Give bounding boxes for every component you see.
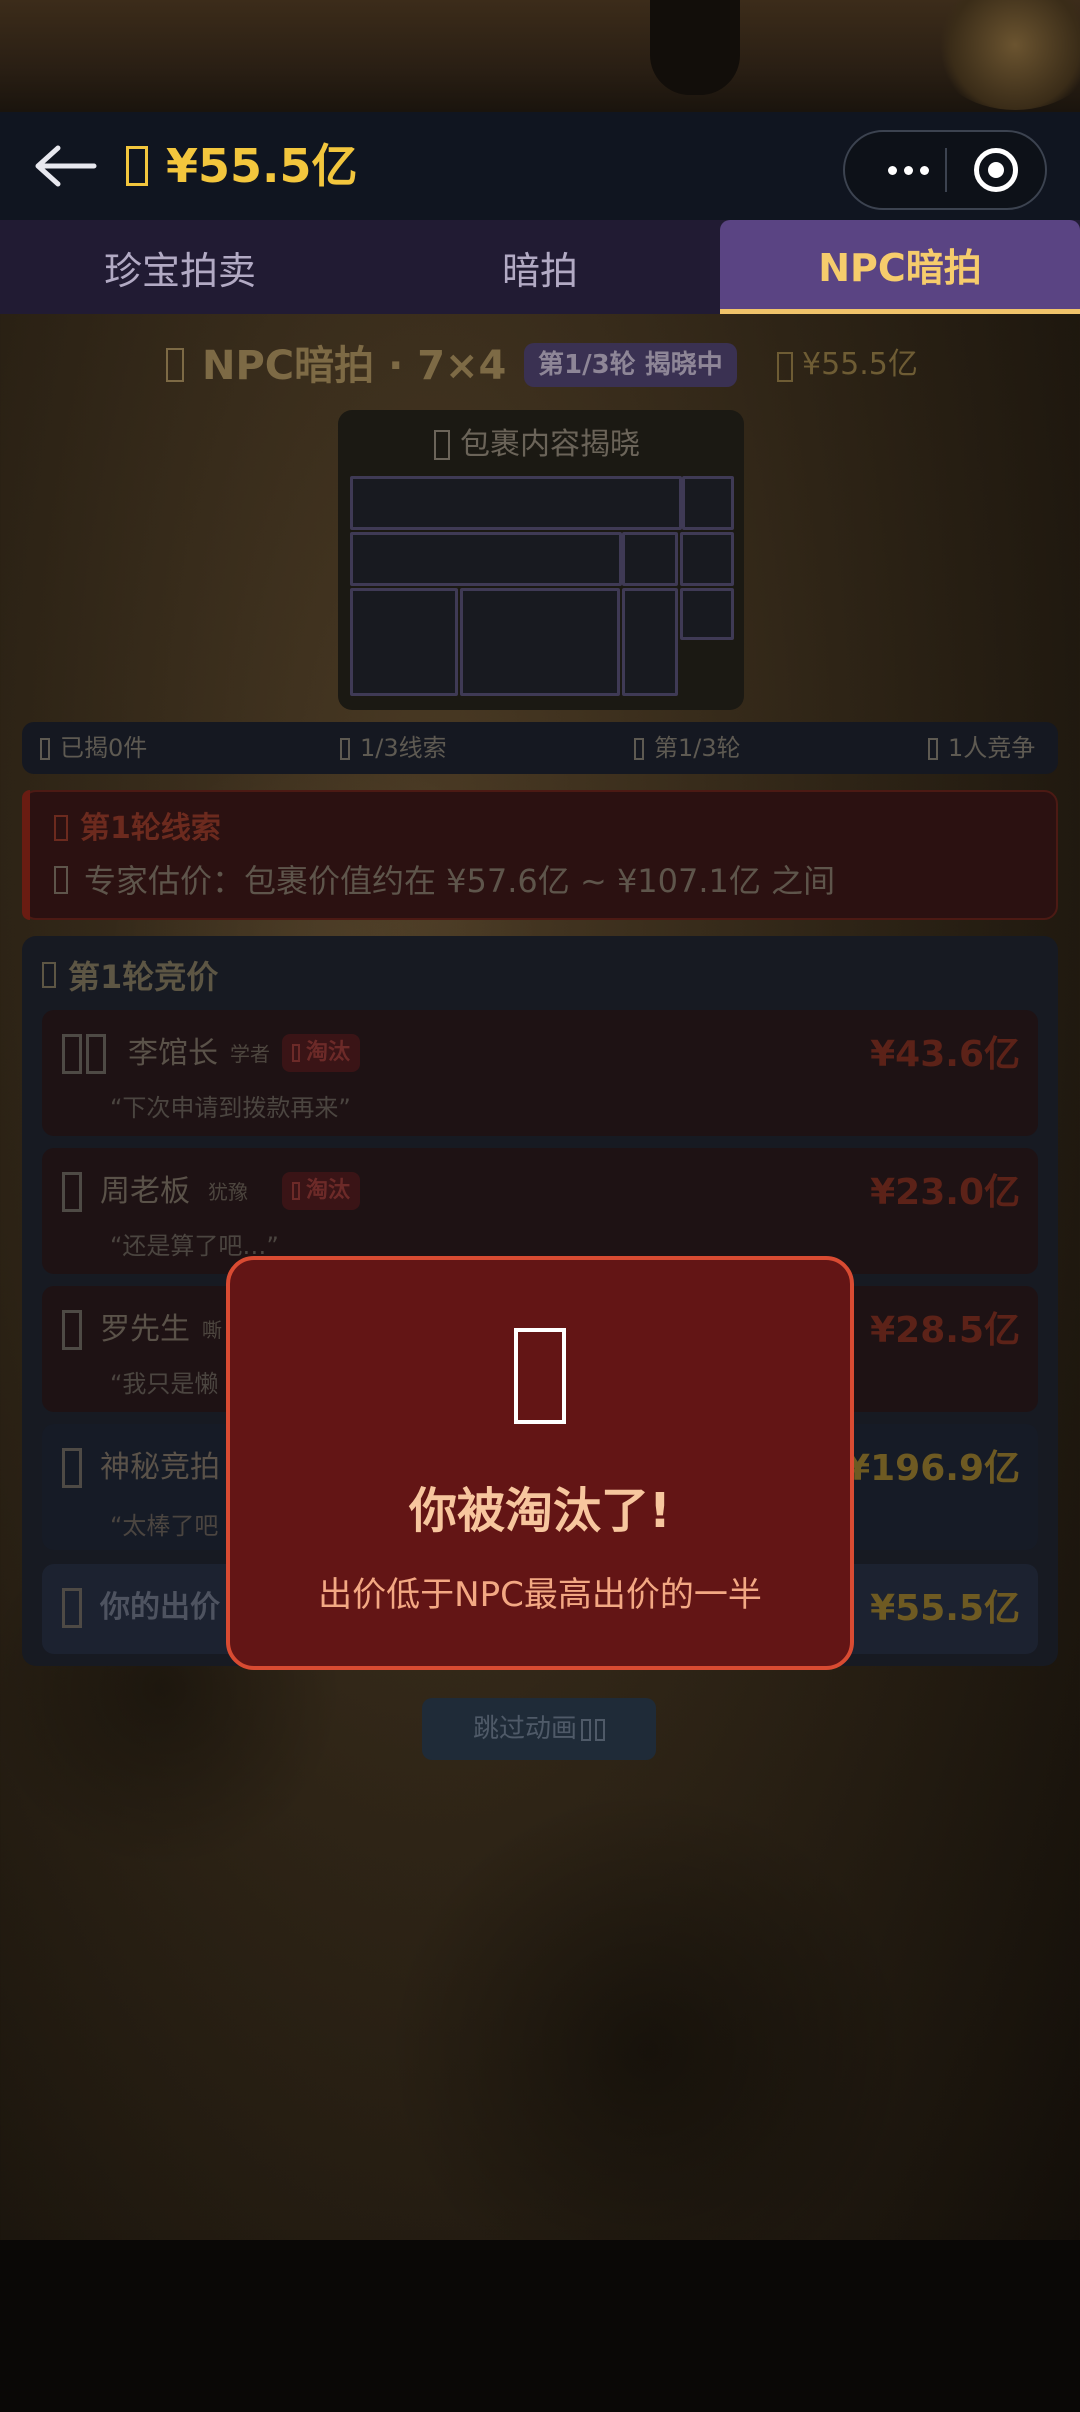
avatar-icon — [62, 1310, 82, 1350]
bottom-bar — [0, 2240, 1080, 2412]
expert-icon — [54, 866, 68, 894]
clue-text: 专家估价：包裹价值约在 ¥57.6亿 ~ ¥107.1亿 之间 — [84, 862, 836, 900]
round-badge: 第1/3轮 揭晓中 — [524, 343, 737, 387]
package-item-slot — [460, 588, 620, 696]
box-icon — [40, 738, 50, 760]
avatar-icon — [86, 1034, 106, 1074]
clock-icon — [634, 738, 644, 760]
skip-animation-button[interactable]: 跳过动画 — [422, 1698, 656, 1760]
back-arrow-icon[interactable] — [30, 136, 100, 196]
package-label: 包裹内容揭晓 — [460, 427, 640, 462]
stat-round-label: 第1/3轮 — [654, 734, 741, 762]
eliminated-label: 淘汰 — [306, 1040, 351, 1065]
eliminated-icon — [514, 1328, 566, 1424]
tab-blind-auction[interactable]: 暗拍 — [360, 220, 720, 314]
bidder-name: 神秘竞拍 — [100, 1450, 220, 1485]
wallet-icon — [777, 352, 793, 382]
package-item-slot — [622, 588, 678, 696]
tab-bar: 珍宝拍卖 暗拍 NPC暗拍 — [0, 220, 1080, 314]
person-icon — [928, 738, 938, 760]
more-dots-icon[interactable] — [870, 150, 946, 190]
package-item-slot — [680, 588, 734, 640]
clue-accent-bar — [22, 790, 30, 920]
stat-revealed-label: 已揭0件 — [60, 734, 148, 762]
inkwell-decoration — [650, 0, 740, 95]
bidder-price: ¥23.0亿 — [870, 1172, 1020, 1213]
bulb-icon — [54, 815, 68, 841]
stat-clues: 1/3线索 — [340, 722, 447, 774]
close-target-icon[interactable] — [974, 148, 1018, 192]
bidder-price: ¥43.6亿 — [870, 1034, 1020, 1075]
package-item-slot — [682, 476, 734, 530]
bidder-name: 罗先生 — [100, 1312, 190, 1347]
bidder-tag: 学者 — [230, 1042, 270, 1066]
gavel-icon — [42, 962, 56, 988]
avatar-icon — [62, 1172, 82, 1212]
avatar-icon — [62, 1034, 82, 1074]
avatar-icon — [62, 1588, 82, 1628]
stat-round: 第1/3轮 — [634, 722, 741, 774]
game-title: NPC暗拍 · 7×4 — [202, 343, 507, 389]
eliminated-badge: 淘汰 — [282, 1034, 361, 1072]
desk-photo-strip — [0, 0, 1080, 112]
bidder-quote: “下次申请到拨款再来” — [110, 1094, 351, 1122]
package-item-slot — [350, 476, 682, 530]
modal-title: 你被淘汰了! — [409, 1483, 671, 1539]
cross-icon — [292, 1182, 300, 1200]
bids-title: 第1轮竞价 — [68, 958, 219, 996]
clue-title: 第1轮线索 — [80, 811, 221, 846]
package-item-slot — [622, 532, 678, 586]
hammer-icon — [166, 348, 184, 382]
tab-npc-blind-auction[interactable]: NPC暗拍 — [720, 220, 1080, 314]
package-item-slot — [350, 532, 622, 586]
eliminated-label: 淘汰 — [306, 1178, 351, 1203]
bidder-name: 李馆长 — [128, 1036, 218, 1071]
bidder-tag: 嘶 — [202, 1318, 222, 1342]
your-bid-price: ¥55.5亿 — [870, 1588, 1020, 1629]
tab-treasure-auction[interactable]: 珍宝拍卖 — [0, 220, 360, 314]
capsule-divider — [945, 148, 947, 192]
avatar-icon — [62, 1448, 82, 1488]
stat-competitors-label: 1人竞争 — [948, 734, 1036, 762]
coin-icon — [126, 146, 148, 186]
package-item-slot — [350, 588, 458, 696]
skip-animation-label: 跳过动画 — [472, 1714, 577, 1744]
modal-subtitle: 出价低于NPC最高出价的一半 — [318, 1575, 762, 1615]
bidder-quote: “我只是懒 — [110, 1370, 219, 1398]
cash-balance: ¥55.5亿 — [802, 347, 918, 382]
package-item-slot — [680, 532, 734, 586]
magnifier-icon — [340, 738, 350, 760]
package-icon — [434, 430, 450, 460]
bidder-price: ¥28.5亿 — [870, 1310, 1020, 1351]
bidder-tag: 犹豫 — [208, 1180, 248, 1204]
bidder-name: 周老板 — [100, 1174, 190, 1209]
eliminated-badge: 淘汰 — [282, 1172, 361, 1210]
bidder-quote: “太棒了吧 — [110, 1512, 219, 1540]
your-bid-label: 你的出价 — [100, 1590, 220, 1625]
fast-forward-icon — [581, 1718, 591, 1741]
fast-forward-icon — [595, 1718, 605, 1741]
stat-revealed: 已揭0件 — [40, 722, 147, 774]
stat-competitors: 1人竞争 — [928, 722, 1035, 774]
bidder-price: ¥196.9亿 — [845, 1448, 1020, 1489]
cross-icon — [292, 1044, 300, 1062]
stat-clues-label: 1/3线索 — [360, 734, 447, 762]
stats-bar — [22, 722, 1058, 774]
header-balance: ¥55.5亿 — [166, 139, 358, 193]
